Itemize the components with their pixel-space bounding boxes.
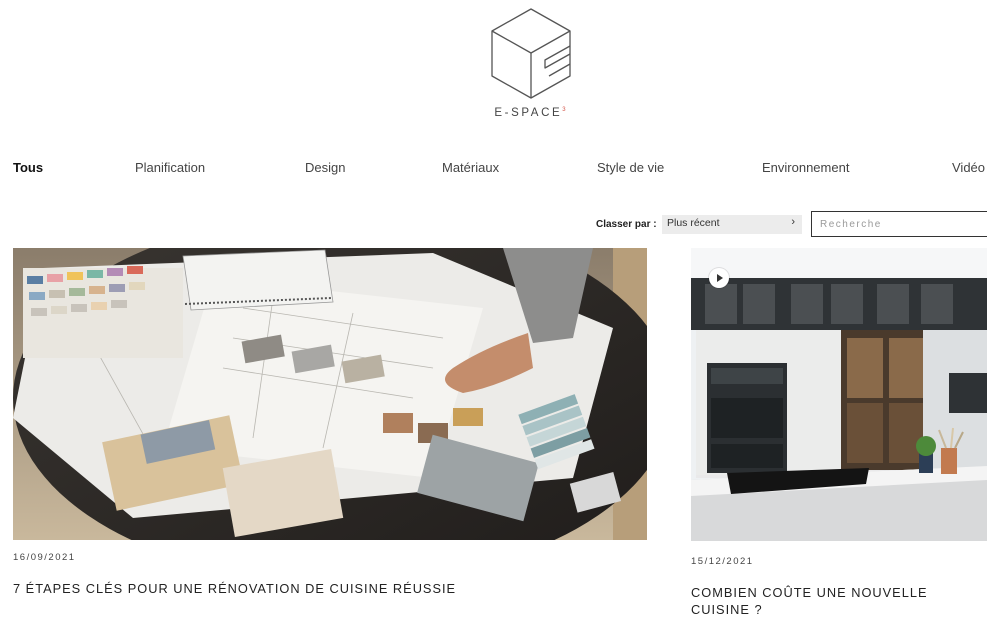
post-image-kitchen[interactable] bbox=[691, 248, 987, 541]
nav-item-style-de-vie[interactable]: Style de vie bbox=[597, 160, 664, 175]
brand-logo[interactable]: E-SPACE3 bbox=[480, 6, 580, 121]
nav-item-materiaux[interactable]: Matériaux bbox=[442, 160, 499, 175]
kitchen-video-thumbnail bbox=[691, 248, 987, 541]
sort-value: Plus récent bbox=[667, 217, 720, 229]
post-title-line2: CUISINE ? bbox=[691, 602, 763, 617]
post-title-line1: COMBIEN COÛTE UNE NOUVELLE bbox=[691, 585, 928, 600]
play-icon[interactable] bbox=[709, 268, 729, 288]
brand-name: E-SPACE3 bbox=[494, 107, 566, 119]
post-title[interactable]: COMBIEN COÛTE UNE NOUVELLE CUISINE ? bbox=[691, 584, 927, 618]
nav-item-design[interactable]: Design bbox=[305, 160, 345, 175]
post-image-renovation[interactable] bbox=[13, 248, 647, 540]
nav-item-environnement[interactable]: Environnement bbox=[762, 160, 849, 175]
nav-item-tous[interactable]: Tous bbox=[13, 160, 43, 175]
chevron-right-icon: › bbox=[791, 216, 795, 228]
post-date: 16/09/2021 bbox=[13, 552, 76, 563]
post-date: 15/12/2021 bbox=[691, 556, 754, 567]
nav-item-planification[interactable]: Planification bbox=[135, 160, 205, 175]
post-title[interactable]: 7 ÉTAPES CLÉS POUR UNE RÉNOVATION DE CUI… bbox=[13, 580, 456, 597]
sort-select[interactable]: Plus récent › bbox=[662, 215, 802, 234]
nav-item-video[interactable]: Vidéo bbox=[952, 160, 985, 175]
sort-label: Classer par : bbox=[596, 219, 657, 230]
design-materials-photo bbox=[13, 248, 647, 540]
cube-logo-icon bbox=[491, 8, 571, 99]
search-input[interactable] bbox=[811, 211, 987, 237]
